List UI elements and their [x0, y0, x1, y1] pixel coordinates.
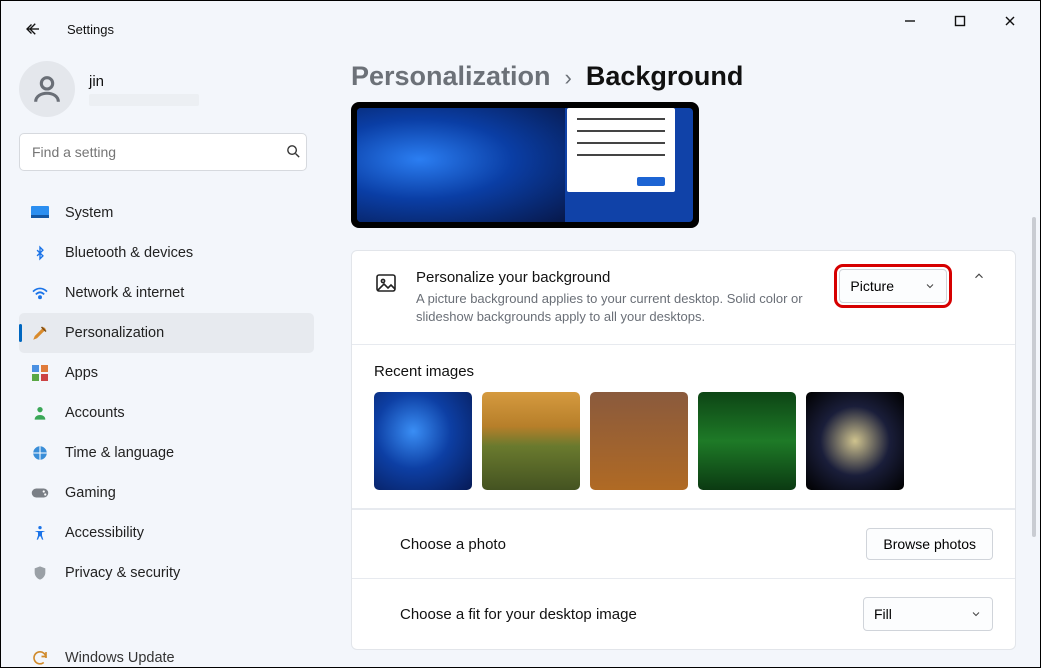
nav-system[interactable]: System: [19, 193, 314, 233]
nav-accounts[interactable]: Accounts: [19, 393, 314, 433]
monitor-icon: [31, 204, 49, 222]
window-minimize-button[interactable]: [900, 11, 920, 31]
panel-title: Personalize your background: [416, 269, 821, 286]
chevron-down-icon: [970, 608, 982, 620]
bluetooth-icon: [31, 244, 49, 262]
scrollbar-thumb[interactable]: [1032, 217, 1036, 537]
nav-bluetooth[interactable]: Bluetooth & devices: [19, 233, 314, 273]
accessibility-icon: [31, 524, 49, 542]
nav-label: Privacy & security: [65, 565, 180, 581]
recent-image-thumbnail[interactable]: [374, 392, 472, 490]
background-type-dropdown[interactable]: Picture: [839, 269, 947, 303]
search-icon: [285, 143, 302, 165]
gamepad-icon: [31, 484, 49, 502]
dropdown-value: Picture: [850, 278, 894, 294]
window-maximize-button[interactable]: [950, 11, 970, 31]
nav-label: Apps: [65, 365, 98, 381]
window-close-button[interactable]: [1000, 11, 1020, 31]
back-button[interactable]: [23, 19, 43, 39]
nav-privacy[interactable]: Privacy & security: [19, 553, 314, 593]
nav-label: Windows Update: [65, 650, 175, 666]
breadcrumb: Personalization › Background: [351, 61, 1016, 92]
recent-image-thumbnail[interactable]: [806, 392, 904, 490]
wifi-icon: [31, 284, 49, 302]
sync-icon: [31, 649, 49, 667]
person-icon: [31, 404, 49, 422]
nav-personalization[interactable]: Personalization: [19, 313, 314, 353]
recent-images-heading: Recent images: [374, 363, 993, 380]
nav-accessibility[interactable]: Accessibility: [19, 513, 314, 553]
chevron-down-icon: [924, 280, 936, 292]
breadcrumb-current: Background: [586, 61, 744, 92]
nav-label: Bluetooth & devices: [65, 245, 193, 261]
image-icon: [374, 271, 398, 295]
nav-apps[interactable]: Apps: [19, 353, 314, 393]
browse-photos-button[interactable]: Browse photos: [866, 528, 993, 560]
dropdown-value: Fill: [874, 606, 892, 622]
chevron-right-icon: ›: [565, 65, 572, 91]
paintbrush-icon: [31, 324, 49, 342]
panel-description: A picture background applies to your cur…: [416, 290, 821, 326]
nav-network[interactable]: Network & internet: [19, 273, 314, 313]
app-title: Settings: [67, 22, 114, 37]
recent-image-thumbnail[interactable]: [482, 392, 580, 490]
nav-label: Personalization: [65, 325, 164, 341]
row-label: Choose a fit for your desktop image: [374, 606, 637, 623]
nav-windows-update[interactable]: Windows Update: [19, 649, 314, 667]
recent-images-panel: Recent images: [352, 345, 1015, 509]
recent-image-thumbnail[interactable]: [590, 392, 688, 490]
desktop-preview: [351, 102, 699, 228]
clock-globe-icon: [31, 444, 49, 462]
collapse-panel-button[interactable]: [965, 269, 993, 283]
choose-fit-row: Choose a fit for your desktop image Fill: [352, 578, 1015, 649]
choose-photo-row: Choose a photo Browse photos: [352, 509, 1015, 578]
nav-gaming[interactable]: Gaming: [19, 473, 314, 513]
shield-icon: [31, 564, 49, 582]
personalize-background-panel: Personalize your background A picture ba…: [352, 251, 1015, 345]
apps-icon: [31, 364, 49, 382]
nav-label: Accounts: [65, 405, 125, 421]
nav-label: Time & language: [65, 445, 174, 461]
profile-email-redacted: [89, 94, 199, 106]
nav-label: Accessibility: [65, 525, 144, 541]
breadcrumb-parent[interactable]: Personalization: [351, 61, 551, 92]
row-label: Choose a photo: [374, 536, 506, 553]
search-input[interactable]: [19, 133, 307, 171]
nav-label: Gaming: [65, 485, 116, 501]
profile-block[interactable]: jin: [19, 61, 314, 117]
nav-label: System: [65, 205, 113, 221]
nav-label: Network & internet: [65, 285, 184, 301]
fit-dropdown[interactable]: Fill: [863, 597, 993, 631]
avatar: [19, 61, 75, 117]
nav-time[interactable]: Time & language: [19, 433, 314, 473]
profile-name: jin: [89, 73, 199, 90]
recent-image-thumbnail[interactable]: [698, 392, 796, 490]
